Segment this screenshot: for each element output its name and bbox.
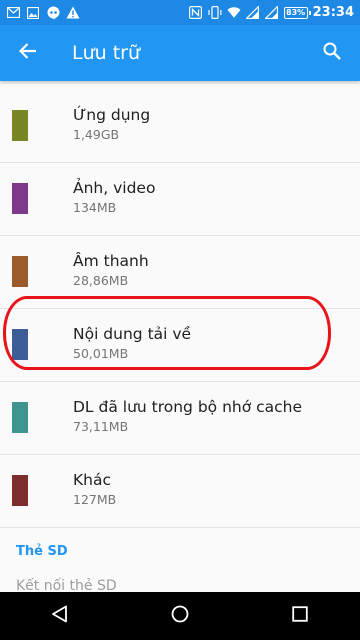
hangouts-icon — [46, 6, 60, 20]
nav-recents-icon — [292, 606, 308, 626]
section-header-sd: Thẻ SD — [16, 544, 68, 559]
signal-1-icon — [246, 6, 260, 20]
signal-2-icon — [265, 6, 279, 20]
back-button[interactable] — [0, 25, 56, 81]
image-icon — [26, 6, 40, 20]
navigation-bar — [0, 592, 360, 640]
color-swatch — [12, 256, 28, 287]
vibrate-icon — [208, 6, 222, 20]
item-title: Khác — [73, 471, 112, 489]
item-title: Âm thanh — [73, 252, 149, 270]
mail-icon — [6, 6, 20, 20]
storage-item-apps[interactable]: Ứng dụng 1,49GB — [0, 90, 360, 163]
screen: 83% 23:34 Lưu trữ Ứng dụng 1,49GB Ảnh, v… — [0, 0, 360, 640]
status-bar: 83% 23:34 — [0, 0, 360, 25]
storage-item-photos-videos[interactable]: Ảnh, video 134MB — [0, 163, 360, 236]
nfc-icon — [189, 6, 203, 20]
nav-back-button[interactable] — [30, 592, 90, 640]
search-icon — [323, 42, 341, 64]
search-button[interactable] — [304, 25, 360, 81]
arrow-back-icon — [18, 42, 37, 64]
storage-item-other[interactable]: Khác 127MB — [0, 455, 360, 528]
item-title: Nội dung tải về — [73, 325, 192, 343]
status-time: 23:34 — [312, 5, 354, 20]
nav-home-button[interactable] — [150, 592, 210, 640]
item-title: Ứng dụng — [73, 106, 151, 124]
color-swatch — [12, 183, 28, 214]
storage-item-cached-data[interactable]: DL đã lưu trong bộ nhớ cache 73,11MB — [0, 382, 360, 455]
storage-item-downloads[interactable]: Nội dung tải về 50,01MB — [0, 309, 360, 382]
item-size: 127MB — [73, 492, 117, 507]
app-bar: Lưu trữ — [0, 25, 360, 81]
item-title: DL đã lưu trong bộ nhớ cache — [73, 398, 303, 416]
item-size: 73,11MB — [73, 419, 129, 434]
color-swatch — [12, 475, 28, 506]
storage-list: Ứng dụng 1,49GB Ảnh, video 134MB Âm than… — [0, 90, 360, 528]
color-swatch — [12, 402, 28, 433]
wifi-icon — [227, 6, 241, 20]
nav-back-icon — [51, 605, 69, 627]
battery-icon: 83% — [283, 6, 311, 19]
item-size: 50,01MB — [73, 346, 129, 361]
color-swatch — [12, 329, 28, 360]
storage-item-audio[interactable]: Âm thanh 28,86MB — [0, 236, 360, 309]
page-title: Lưu trữ — [72, 42, 141, 64]
nav-recents-button[interactable] — [270, 592, 330, 640]
nav-home-icon — [171, 605, 189, 627]
item-size: 1,49GB — [73, 127, 120, 142]
item-size: 28,86MB — [73, 273, 129, 288]
color-swatch — [12, 110, 28, 141]
warning-icon — [66, 6, 80, 20]
item-size: 134MB — [73, 200, 117, 215]
item-title: Ảnh, video — [73, 179, 156, 197]
